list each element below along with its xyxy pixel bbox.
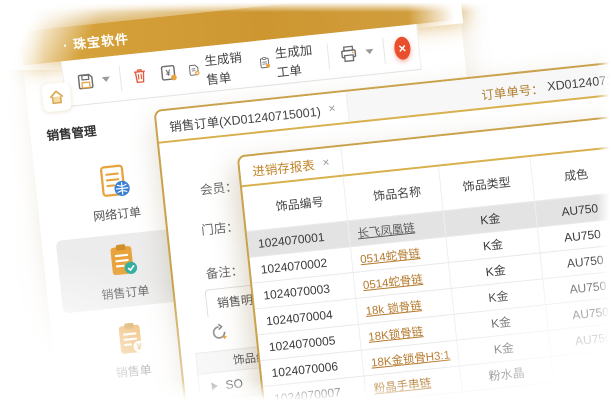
item-name-link[interactable]: 0514蛇骨链 [359, 245, 420, 267]
detail-row-text: SO [225, 376, 244, 392]
network-order-icon [93, 161, 135, 203]
tilted-composition: · 珠宝软件 ¥ 生成销售单 [0, 0, 611, 404]
generate-sales-label: 生成销售单 [203, 46, 250, 88]
row-expander-icon[interactable] [211, 381, 218, 390]
toolbar-separator [119, 65, 122, 91]
sidebar-item-label: 销售订单 [101, 282, 151, 304]
generate-process-button[interactable]: 生成加工单 [256, 38, 320, 82]
receipt-button[interactable]: ¥ [157, 62, 178, 83]
save-icon [75, 71, 96, 92]
svg-text:¥: ¥ [165, 67, 171, 77]
tab-close-icon[interactable]: × [322, 155, 330, 170]
trash-icon [130, 65, 150, 86]
sales-slip-icon: ¥ [109, 318, 151, 360]
tab-label: 进销存报表 [251, 154, 315, 179]
generate-sales-button[interactable]: 生成销售单 [185, 46, 249, 90]
toolbar-separator [327, 43, 330, 69]
app-title: · 珠宝软件 [62, 28, 130, 54]
member-field-label: 会员： [199, 176, 238, 199]
order-number-label: 订单单号： [480, 78, 544, 103]
inventory-report-window: 进销存报表 × 饰品编号 饰品名称 饰品类型 成色 1024070001 长飞凤… [237, 111, 611, 404]
item-name-link[interactable]: 0514蛇骨链 [362, 270, 423, 292]
tab-close-icon[interactable]: × [328, 101, 336, 116]
print-dropdown-caret[interactable] [365, 49, 373, 55]
refresh-button[interactable] [208, 321, 232, 345]
generate-process-label: 生成加工单 [274, 38, 321, 80]
delete-button[interactable] [130, 65, 150, 86]
sales-order-icon [101, 239, 143, 281]
screenshot-stage: · 珠宝软件 ¥ 生成销售单 [0, 0, 611, 404]
yen-document-icon: ¥ [157, 62, 178, 83]
sidebar-item-label: 销售单 [115, 361, 153, 382]
save-button[interactable] [75, 69, 111, 91]
save-dropdown-caret[interactable] [102, 76, 110, 82]
item-name-link[interactable]: 粉晶手串链 [373, 374, 432, 396]
item-name-link[interactable]: 长飞凤凰链 [357, 219, 416, 241]
report-table: 饰品编号 饰品名称 饰品类型 成色 1024070001 长飞凤凰链 K金 AU… [242, 143, 611, 404]
column-header-purity[interactable]: 成色 [530, 148, 611, 201]
item-name-link[interactable]: 18k 锁骨链 [365, 297, 423, 319]
toolbar-separator [382, 37, 385, 63]
document-plus-icon [186, 60, 201, 80]
home-icon [47, 87, 67, 107]
item-name-link[interactable]: 18K锁骨链 [367, 323, 423, 345]
store-field-label: 门店： [200, 216, 239, 239]
note-field-label: 备注： [205, 260, 244, 283]
order-number-value: XD01240715001 [547, 70, 611, 94]
window-close-button[interactable]: × [393, 36, 411, 61]
item-name-link[interactable]: 18K金锁骨H3:1 [370, 346, 451, 370]
sidebar-item-label: 网络订单 [92, 203, 142, 225]
refresh-icon [208, 321, 230, 343]
print-button[interactable] [338, 42, 375, 65]
clipboard-icon [257, 53, 272, 73]
printer-icon [338, 43, 360, 64]
